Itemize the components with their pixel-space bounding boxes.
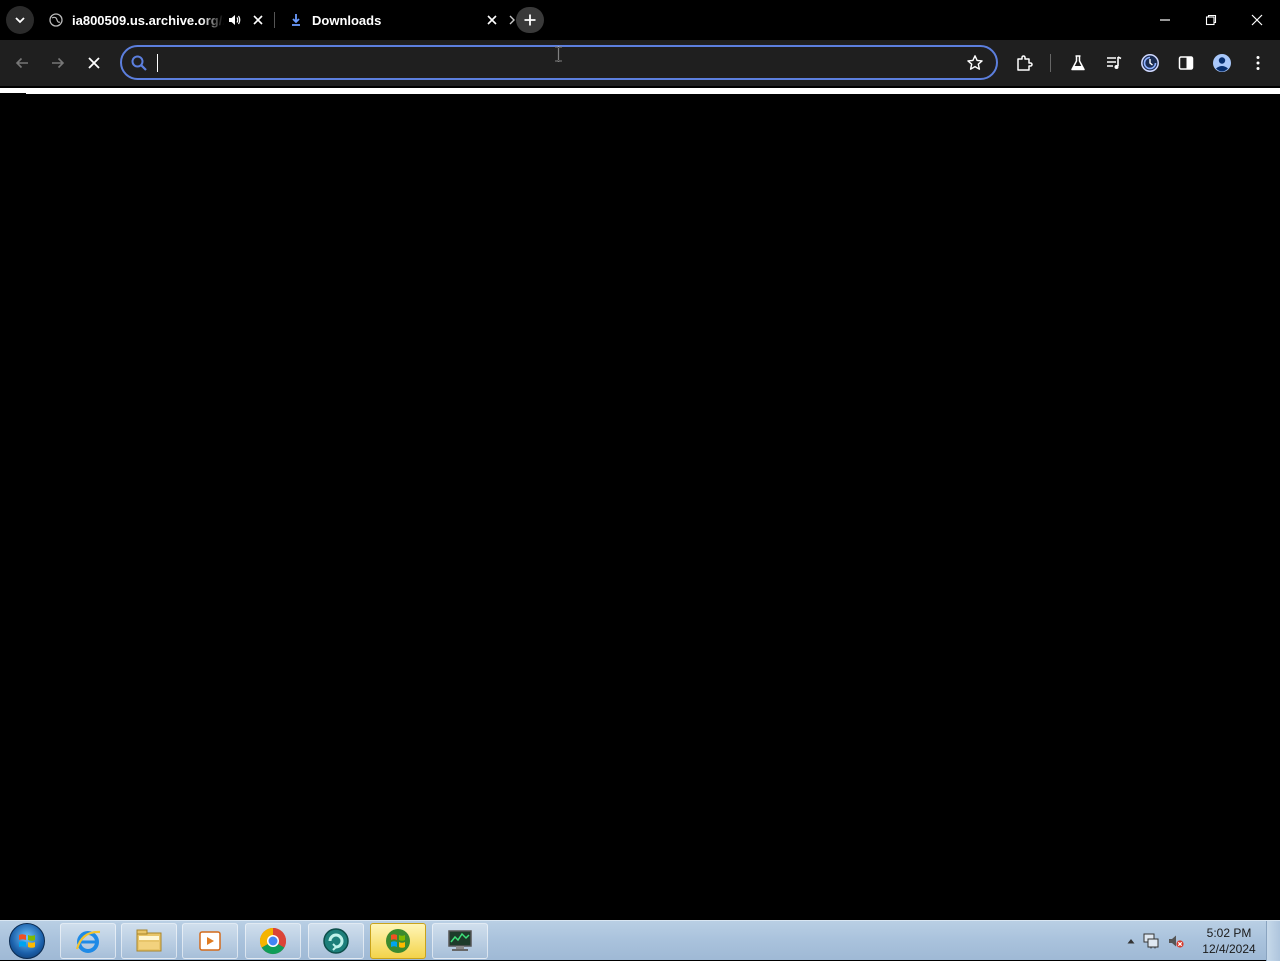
taskbar-internet-explorer[interactable] [60, 923, 116, 959]
text-cursor-icon [555, 46, 562, 62]
side-panel-icon[interactable] [1174, 51, 1198, 75]
address-input[interactable] [156, 51, 946, 74]
windows-orb-icon [9, 923, 45, 959]
clock-time: 5:02 PM [1206, 926, 1252, 940]
tab-downloads[interactable]: Downloads [280, 6, 506, 34]
toolbar-separator [1050, 54, 1051, 72]
close-icon[interactable] [248, 10, 268, 30]
windows-taskbar: 5:02 PM 12/4/2024 [0, 920, 1280, 961]
taskbar-file-explorer[interactable] [121, 923, 177, 959]
taskbar-chrome[interactable] [245, 923, 301, 959]
system-tray [1124, 921, 1188, 961]
network-icon[interactable] [1138, 933, 1164, 949]
plus-icon [524, 14, 536, 26]
chevron-right-icon [509, 15, 515, 25]
download-icon [288, 12, 304, 28]
tab-search-button[interactable] [6, 6, 34, 34]
close-icon [88, 57, 100, 69]
monitor-app-icon [448, 930, 472, 951]
volume-muted-icon[interactable] [1164, 933, 1188, 949]
menu-icon[interactable] [1246, 51, 1270, 75]
start-button[interactable] [4, 922, 50, 960]
profile-icon[interactable] [1210, 51, 1234, 75]
tab-title: Downloads [312, 12, 382, 28]
tab-title: ia800509.us.archive.org/23 [72, 12, 224, 28]
close-icon[interactable] [482, 10, 502, 30]
taskbar-clock[interactable]: 5:02 PM 12/4/2024 [1196, 925, 1262, 957]
show-desktop-button[interactable] [1266, 921, 1280, 961]
app-circle-icon [323, 928, 349, 954]
bookmark-star-icon[interactable] [966, 54, 984, 77]
extensions-icon[interactable] [1012, 51, 1036, 75]
speaker-icon[interactable] [224, 10, 244, 30]
media-controls-icon[interactable] [1102, 51, 1126, 75]
text-caret [157, 54, 158, 72]
search-icon [130, 54, 148, 77]
sync-icon[interactable] [1138, 51, 1162, 75]
close-window-button[interactable] [1234, 0, 1280, 40]
tab-strip: ia800509.us.archive.org/23 Downloads [0, 0, 1280, 40]
clock-date: 12/4/2024 [1202, 942, 1256, 956]
forward-button[interactable] [44, 49, 72, 77]
tray-expand-icon[interactable] [1124, 938, 1138, 944]
new-tab-button[interactable] [516, 7, 544, 33]
internet-explorer-icon [75, 930, 101, 953]
stop-loading-button[interactable] [80, 49, 108, 77]
media-player-icon [199, 931, 221, 951]
taskbar-monitor-app[interactable] [432, 923, 488, 959]
minimize-icon [1160, 19, 1170, 21]
arrow-left-icon [15, 57, 28, 69]
close-icon [1251, 14, 1263, 26]
chevron-down-icon [15, 17, 25, 24]
back-button[interactable] [8, 49, 36, 77]
taskbar-media-player[interactable] [182, 923, 238, 959]
restore-button[interactable] [1188, 0, 1234, 40]
minimize-button[interactable] [1142, 0, 1188, 40]
globe-icon [48, 12, 64, 28]
tab-archive[interactable]: ia800509.us.archive.org/23 [40, 6, 272, 34]
labs-flask-icon[interactable] [1066, 51, 1090, 75]
restore-icon [1205, 14, 1217, 26]
tab-separator [274, 12, 275, 28]
browser-toolbar [0, 40, 1280, 86]
page-content[interactable] [0, 94, 1280, 920]
file-explorer-icon [136, 929, 162, 952]
arrow-right-icon [52, 57, 65, 69]
chrome-icon [259, 927, 287, 955]
taskbar-windows-app[interactable] [370, 923, 426, 959]
taskbar-app-circle[interactable] [308, 923, 364, 959]
windows-flag-icon [386, 929, 410, 953]
